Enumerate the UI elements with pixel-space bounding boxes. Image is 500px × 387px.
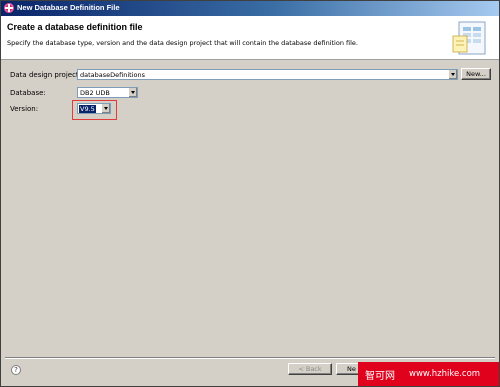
dialog-window: New Database Definition File Create a da… (0, 0, 500, 387)
banner-description: Specify the database type, version and t… (7, 39, 358, 47)
version-label: Version: (10, 105, 39, 113)
version-combo[interactable]: V9.5 (77, 103, 111, 114)
database-label: Database: (10, 89, 46, 97)
watermark-url: www.hzhike.com (409, 369, 481, 379)
banner-title: Create a database definition file (7, 22, 143, 32)
title-bar[interactable]: New Database Definition File (1, 1, 499, 16)
project-combo[interactable]: databaseDefinitions (77, 69, 458, 80)
help-icon[interactable]: ? (11, 365, 21, 375)
watermark-banner: 智可网 www.hzhike.com (358, 362, 499, 386)
back-button[interactable]: < Back (288, 363, 332, 375)
project-dropdown-icon[interactable] (448, 70, 457, 79)
footer-separator (5, 357, 495, 359)
database-combo[interactable]: DB2 UDB (77, 87, 138, 98)
app-icon (4, 3, 14, 13)
project-label: Data design project: (10, 71, 82, 79)
window-title: New Database Definition File (17, 3, 120, 12)
version-dropdown-icon[interactable] (101, 104, 110, 113)
database-wizard-icon (452, 21, 486, 55)
next-button[interactable]: Ne (336, 363, 360, 375)
wizard-banner: Create a database definition file Specif… (1, 16, 499, 60)
database-value: DB2 UDB (80, 89, 110, 97)
database-dropdown-icon[interactable] (128, 88, 137, 97)
watermark-cn: 智可网 (365, 371, 395, 382)
project-value: databaseDefinitions (80, 71, 145, 79)
new-project-button[interactable]: New... (461, 68, 491, 80)
version-value: V9.5 (79, 105, 96, 113)
